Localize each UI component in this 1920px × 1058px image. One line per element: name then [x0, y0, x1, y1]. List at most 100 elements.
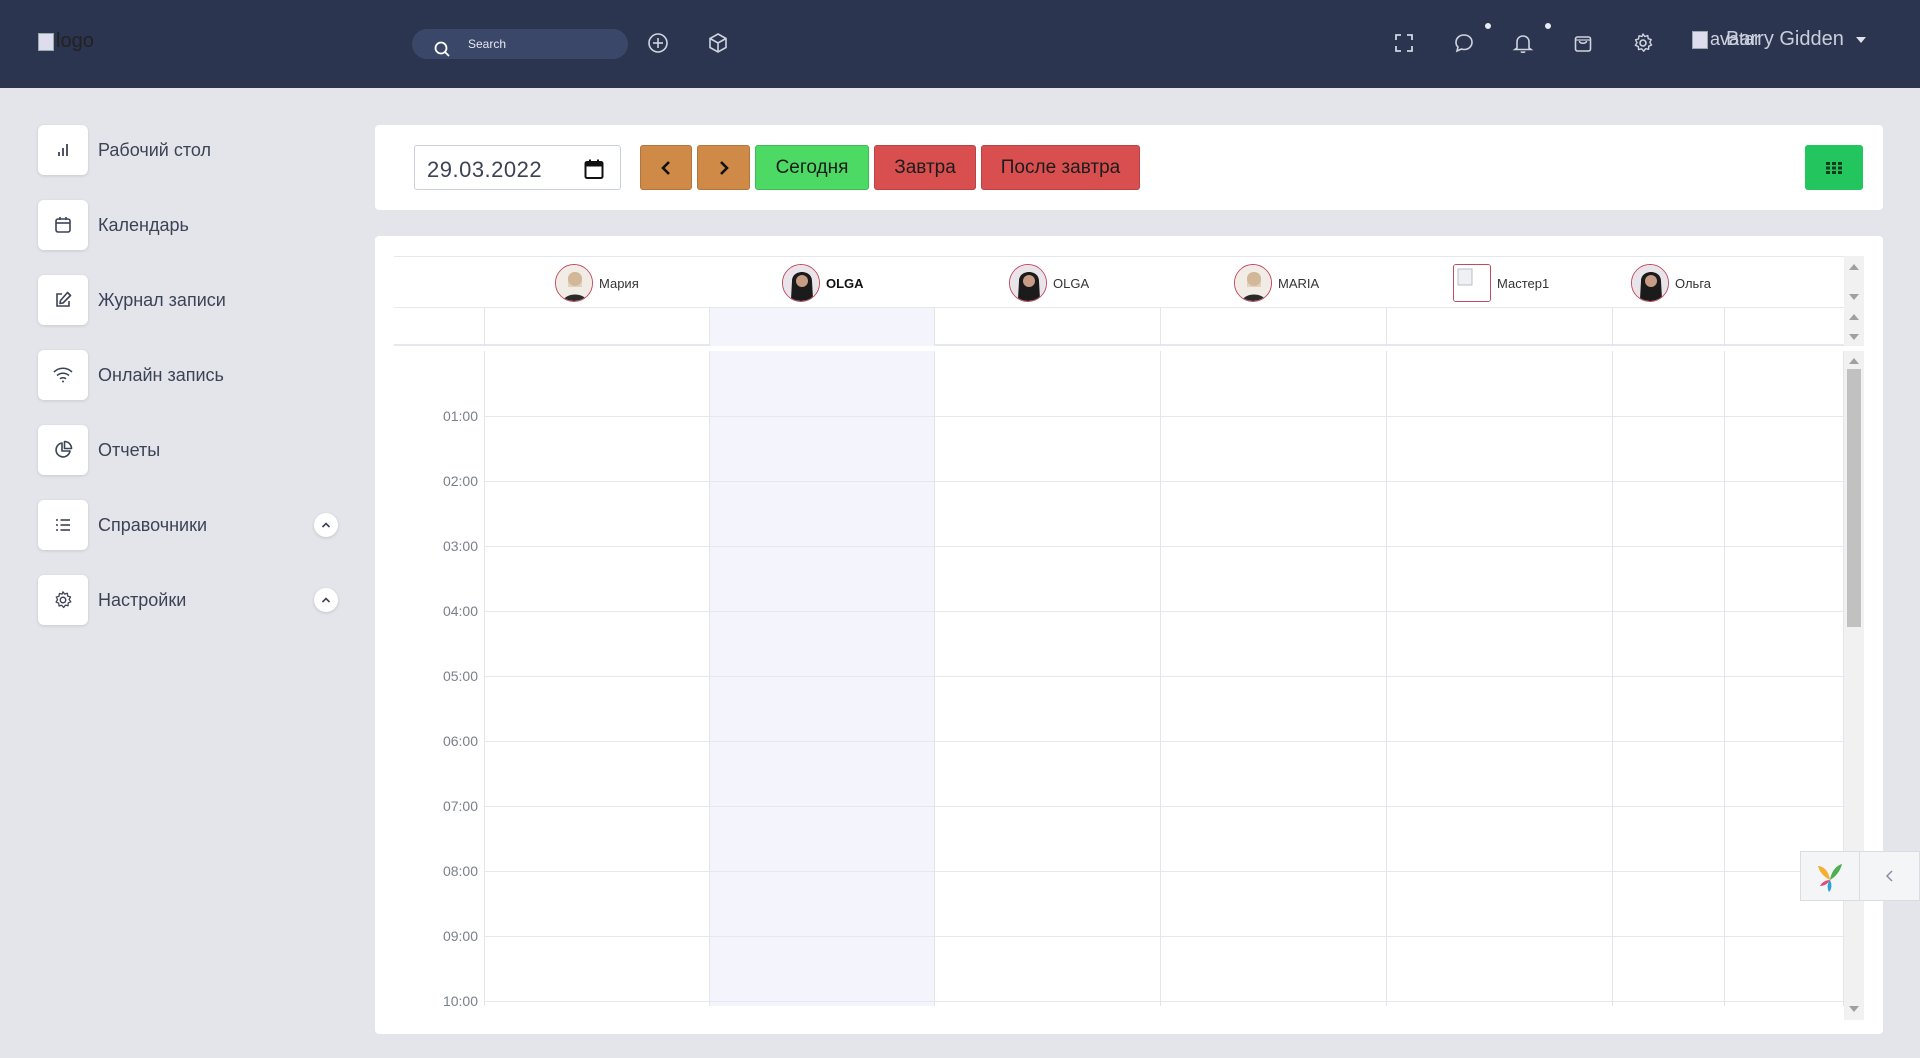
after-tomorrow-button[interactable]: После завтра: [981, 145, 1140, 190]
resource-header-maria-en[interactable]: MARIA: [1234, 264, 1319, 302]
tomorrow-button[interactable]: Завтра: [874, 145, 976, 190]
widget-toggle-button[interactable]: [1860, 852, 1919, 900]
sidebar-item-reports[interactable]: Отчеты: [38, 425, 358, 475]
scroll-down-icon[interactable]: [1849, 1006, 1859, 1012]
resource-name: Мария: [599, 275, 639, 291]
resource-header-master1[interactable]: Мастер1: [1453, 264, 1549, 302]
bell-icon[interactable]: [1510, 30, 1536, 56]
logo-alt-text: logo: [56, 30, 94, 52]
column-divider: [934, 308, 935, 346]
box-icon[interactable]: [705, 30, 731, 56]
resource-header: Мария OLGA OLGA MARIA Мастер1 Ольга: [394, 256, 1844, 308]
top-bar: logo Search avatar Barry Gidden: [0, 0, 1920, 88]
time-label: 10:00: [442, 993, 478, 1006]
hour-line: [484, 1001, 1844, 1002]
prev-day-button[interactable]: [640, 145, 692, 190]
next-day-button[interactable]: [697, 145, 750, 190]
column-divider: [1386, 351, 1387, 1006]
resource-header-olga-1[interactable]: OLGA: [782, 264, 864, 302]
settings-gear-icon[interactable]: [1630, 30, 1656, 56]
column-divider: [484, 308, 485, 346]
scroll-up-icon[interactable]: [1849, 264, 1859, 270]
time-label: 02:00: [442, 473, 478, 489]
sidebar-item-calendar[interactable]: Календарь: [38, 200, 358, 250]
column-divider: [1386, 308, 1387, 346]
broken-image-icon: [1692, 30, 1708, 49]
chat-icon[interactable]: [1451, 30, 1477, 56]
time-grid[interactable]: 01:00 02:00 03:00 04:00 05:00 06:00 07:0…: [394, 351, 1844, 1006]
notification-badge: [1543, 21, 1553, 31]
sidebar-item-settings[interactable]: Настройки: [38, 575, 358, 625]
column-divider: [1612, 308, 1613, 346]
grid-view-button[interactable]: [1805, 145, 1863, 190]
sidebar-item-online-booking[interactable]: Онлайн запись: [38, 350, 358, 400]
hour-line: [484, 546, 1844, 547]
all-day-row: [394, 308, 1844, 346]
sidebar-item-label: Онлайн запись: [98, 364, 224, 385]
gear-icon: [38, 575, 88, 625]
time-label: 06:00: [442, 733, 478, 749]
date-input[interactable]: 29.03.2022: [414, 145, 621, 190]
search-icon: [434, 41, 450, 57]
today-button[interactable]: Сегодня: [755, 145, 869, 190]
column-divider: [709, 308, 710, 346]
time-label: 08:00: [442, 863, 478, 879]
sidebar-item-label: Отчеты: [98, 439, 161, 460]
search-input[interactable]: Search: [412, 29, 628, 59]
resource-header-olga-ru[interactable]: Ольга: [1631, 264, 1711, 302]
search-placeholder: Search: [468, 37, 507, 51]
floating-widget: [1800, 851, 1920, 901]
time-label: 01:00: [442, 408, 478, 424]
time-label: 09:00: [442, 928, 478, 944]
logo[interactable]: logo: [38, 30, 94, 53]
sidebar-item-journal[interactable]: Журнал записи: [38, 275, 358, 325]
user-menu[interactable]: avatar Barry Gidden: [1692, 28, 1866, 51]
staff-photo: [1631, 264, 1669, 302]
scroll-up-icon[interactable]: [1849, 358, 1859, 364]
scrollbar-thumb[interactable]: [1847, 369, 1861, 627]
scroll-down-icon[interactable]: [1849, 334, 1859, 340]
resource-header-maria-ru[interactable]: Мария: [555, 264, 639, 302]
chat-badge: [1483, 21, 1493, 31]
edit-icon: [38, 275, 88, 325]
column-divider: [1612, 351, 1613, 1006]
list-icon: [38, 500, 88, 550]
column-divider: [484, 351, 485, 1006]
chevron-left-icon: [1885, 870, 1893, 882]
date-value: 29.03.2022: [427, 157, 543, 182]
sidebar-item-directories[interactable]: Справочники: [38, 500, 358, 550]
grid-icon: [1826, 161, 1842, 174]
chevron-up-icon[interactable]: [314, 588, 338, 612]
calendar-picker-icon[interactable]: [583, 158, 605, 180]
brand-logo-icon[interactable]: [1801, 852, 1861, 900]
time-label: 03:00: [442, 538, 478, 554]
scroll-up-icon[interactable]: [1849, 314, 1859, 320]
sidebar-item-label: Рабочий стол: [98, 139, 211, 160]
resource-name: OLGA: [826, 275, 864, 291]
pie-chart-icon: [38, 425, 88, 475]
allday-scrollbar[interactable]: [1844, 308, 1864, 346]
sidebar-item-label: Настройки: [98, 589, 187, 610]
fullscreen-icon[interactable]: [1391, 30, 1417, 56]
resource-header-olga-2[interactable]: OLGA: [1009, 264, 1089, 302]
header-scrollbar[interactable]: [1844, 256, 1864, 308]
sidebar-item-label: Календарь: [98, 214, 189, 235]
chevron-up-icon[interactable]: [314, 513, 338, 537]
grid-scrollbar[interactable]: [1844, 351, 1864, 1020]
sidebar-item-label: Журнал записи: [98, 289, 226, 310]
highlighted-column: [709, 351, 934, 1006]
hour-line: [484, 871, 1844, 872]
resource-name: Мастер1: [1497, 275, 1550, 291]
chevron-right-icon: [719, 160, 729, 175]
scroll-down-icon[interactable]: [1849, 294, 1859, 300]
sidebar-item-label: Справочники: [98, 514, 208, 535]
staff-photo: [555, 264, 593, 302]
bar-chart-icon: [38, 125, 88, 175]
sidebar-item-dashboard[interactable]: Рабочий стол: [38, 125, 358, 175]
shopping-bag-icon[interactable]: [1570, 30, 1596, 56]
caret-down-icon: [1855, 36, 1866, 43]
hour-line: [484, 481, 1844, 482]
highlighted-column: [709, 308, 934, 346]
wifi-icon: [38, 350, 88, 400]
add-circle-icon[interactable]: [645, 30, 671, 56]
